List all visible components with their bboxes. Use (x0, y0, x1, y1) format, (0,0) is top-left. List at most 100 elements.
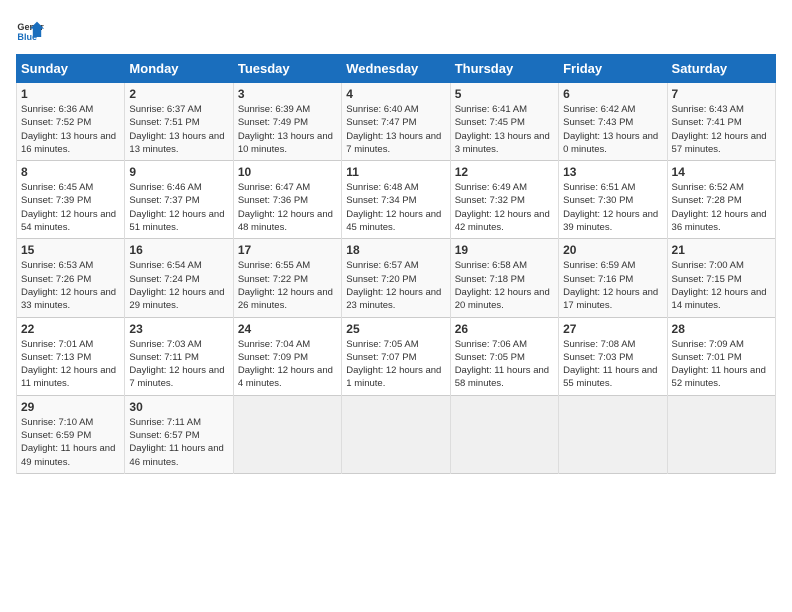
day-number: 29 (21, 400, 120, 414)
day-number: 12 (455, 165, 554, 179)
calendar-cell: 30 Sunrise: 7:11 AM Sunset: 6:57 PM Dayl… (125, 395, 233, 473)
column-header-sunday: Sunday (17, 55, 125, 83)
cell-content: Sunrise: 7:09 AM Sunset: 7:01 PM Dayligh… (672, 338, 771, 391)
sunset-text: Sunset: 7:32 PM (455, 194, 554, 207)
cell-content: Sunrise: 7:06 AM Sunset: 7:05 PM Dayligh… (455, 338, 554, 391)
calendar-cell: 5 Sunrise: 6:41 AM Sunset: 7:45 PM Dayli… (450, 83, 558, 161)
sunrise-text: Sunrise: 6:49 AM (455, 181, 554, 194)
daylight-text: Daylight: 12 hours and 48 minutes. (238, 208, 337, 235)
cell-content: Sunrise: 7:11 AM Sunset: 6:57 PM Dayligh… (129, 416, 228, 469)
column-header-tuesday: Tuesday (233, 55, 341, 83)
sunrise-text: Sunrise: 6:42 AM (563, 103, 662, 116)
calendar-cell: 10 Sunrise: 6:47 AM Sunset: 7:36 PM Dayl… (233, 161, 341, 239)
calendar-cell: 12 Sunrise: 6:49 AM Sunset: 7:32 PM Dayl… (450, 161, 558, 239)
day-number: 7 (672, 87, 771, 101)
sunrise-text: Sunrise: 6:37 AM (129, 103, 228, 116)
sunset-text: Sunset: 7:37 PM (129, 194, 228, 207)
day-number: 15 (21, 243, 120, 257)
daylight-text: Daylight: 12 hours and 57 minutes. (672, 130, 771, 157)
column-header-saturday: Saturday (667, 55, 775, 83)
sunset-text: Sunset: 7:52 PM (21, 116, 120, 129)
sunset-text: Sunset: 7:13 PM (21, 351, 120, 364)
cell-content: Sunrise: 6:57 AM Sunset: 7:20 PM Dayligh… (346, 259, 445, 312)
daylight-text: Daylight: 12 hours and 7 minutes. (129, 364, 228, 391)
calendar-cell: 8 Sunrise: 6:45 AM Sunset: 7:39 PM Dayli… (17, 161, 125, 239)
calendar-cell: 28 Sunrise: 7:09 AM Sunset: 7:01 PM Dayl… (667, 317, 775, 395)
calendar-cell: 4 Sunrise: 6:40 AM Sunset: 7:47 PM Dayli… (342, 83, 450, 161)
day-number: 17 (238, 243, 337, 257)
calendar-header-row: SundayMondayTuesdayWednesdayThursdayFrid… (17, 55, 776, 83)
sunrise-text: Sunrise: 6:47 AM (238, 181, 337, 194)
sunset-text: Sunset: 7:36 PM (238, 194, 337, 207)
daylight-text: Daylight: 12 hours and 29 minutes. (129, 286, 228, 313)
calendar-cell: 23 Sunrise: 7:03 AM Sunset: 7:11 PM Dayl… (125, 317, 233, 395)
calendar-cell: 25 Sunrise: 7:05 AM Sunset: 7:07 PM Dayl… (342, 317, 450, 395)
daylight-text: Daylight: 12 hours and 36 minutes. (672, 208, 771, 235)
day-number: 16 (129, 243, 228, 257)
daylight-text: Daylight: 11 hours and 55 minutes. (563, 364, 662, 391)
calendar-cell: 11 Sunrise: 6:48 AM Sunset: 7:34 PM Dayl… (342, 161, 450, 239)
day-number: 18 (346, 243, 445, 257)
daylight-text: Daylight: 13 hours and 16 minutes. (21, 130, 120, 157)
day-number: 5 (455, 87, 554, 101)
cell-content: Sunrise: 7:00 AM Sunset: 7:15 PM Dayligh… (672, 259, 771, 312)
day-number: 14 (672, 165, 771, 179)
cell-content: Sunrise: 6:36 AM Sunset: 7:52 PM Dayligh… (21, 103, 120, 156)
column-header-wednesday: Wednesday (342, 55, 450, 83)
cell-content: Sunrise: 6:54 AM Sunset: 7:24 PM Dayligh… (129, 259, 228, 312)
daylight-text: Daylight: 11 hours and 52 minutes. (672, 364, 771, 391)
sunset-text: Sunset: 7:11 PM (129, 351, 228, 364)
sunset-text: Sunset: 7:43 PM (563, 116, 662, 129)
calendar-week-row: 1 Sunrise: 6:36 AM Sunset: 7:52 PM Dayli… (17, 83, 776, 161)
cell-content: Sunrise: 6:51 AM Sunset: 7:30 PM Dayligh… (563, 181, 662, 234)
sunrise-text: Sunrise: 7:06 AM (455, 338, 554, 351)
day-number: 23 (129, 322, 228, 336)
calendar-cell: 2 Sunrise: 6:37 AM Sunset: 7:51 PM Dayli… (125, 83, 233, 161)
calendar-cell: 16 Sunrise: 6:54 AM Sunset: 7:24 PM Dayl… (125, 239, 233, 317)
daylight-text: Daylight: 12 hours and 20 minutes. (455, 286, 554, 313)
sunrise-text: Sunrise: 7:08 AM (563, 338, 662, 351)
sunrise-text: Sunrise: 6:54 AM (129, 259, 228, 272)
day-number: 6 (563, 87, 662, 101)
cell-content: Sunrise: 6:53 AM Sunset: 7:26 PM Dayligh… (21, 259, 120, 312)
calendar-cell (342, 395, 450, 473)
day-number: 11 (346, 165, 445, 179)
sunset-text: Sunset: 7:39 PM (21, 194, 120, 207)
daylight-text: Daylight: 12 hours and 42 minutes. (455, 208, 554, 235)
calendar-cell: 15 Sunrise: 6:53 AM Sunset: 7:26 PM Dayl… (17, 239, 125, 317)
sunset-text: Sunset: 7:26 PM (21, 273, 120, 286)
calendar-cell: 13 Sunrise: 6:51 AM Sunset: 7:30 PM Dayl… (559, 161, 667, 239)
day-number: 26 (455, 322, 554, 336)
cell-content: Sunrise: 6:52 AM Sunset: 7:28 PM Dayligh… (672, 181, 771, 234)
calendar-cell: 19 Sunrise: 6:58 AM Sunset: 7:18 PM Dayl… (450, 239, 558, 317)
day-number: 27 (563, 322, 662, 336)
daylight-text: Daylight: 12 hours and 26 minutes. (238, 286, 337, 313)
cell-content: Sunrise: 7:03 AM Sunset: 7:11 PM Dayligh… (129, 338, 228, 391)
calendar-cell: 14 Sunrise: 6:52 AM Sunset: 7:28 PM Dayl… (667, 161, 775, 239)
calendar-cell: 6 Sunrise: 6:42 AM Sunset: 7:43 PM Dayli… (559, 83, 667, 161)
day-number: 30 (129, 400, 228, 414)
cell-content: Sunrise: 6:41 AM Sunset: 7:45 PM Dayligh… (455, 103, 554, 156)
cell-content: Sunrise: 7:01 AM Sunset: 7:13 PM Dayligh… (21, 338, 120, 391)
sunset-text: Sunset: 7:22 PM (238, 273, 337, 286)
cell-content: Sunrise: 6:45 AM Sunset: 7:39 PM Dayligh… (21, 181, 120, 234)
day-number: 21 (672, 243, 771, 257)
day-number: 10 (238, 165, 337, 179)
calendar-cell (233, 395, 341, 473)
sunset-text: Sunset: 7:30 PM (563, 194, 662, 207)
sunrise-text: Sunrise: 6:51 AM (563, 181, 662, 194)
calendar-cell: 20 Sunrise: 6:59 AM Sunset: 7:16 PM Dayl… (559, 239, 667, 317)
cell-content: Sunrise: 6:37 AM Sunset: 7:51 PM Dayligh… (129, 103, 228, 156)
day-number: 13 (563, 165, 662, 179)
day-number: 19 (455, 243, 554, 257)
sunset-text: Sunset: 7:51 PM (129, 116, 228, 129)
calendar-cell: 3 Sunrise: 6:39 AM Sunset: 7:49 PM Dayli… (233, 83, 341, 161)
cell-content: Sunrise: 7:05 AM Sunset: 7:07 PM Dayligh… (346, 338, 445, 391)
sunset-text: Sunset: 6:59 PM (21, 429, 120, 442)
daylight-text: Daylight: 13 hours and 3 minutes. (455, 130, 554, 157)
page-header: General Blue (16, 16, 776, 44)
calendar-cell: 17 Sunrise: 6:55 AM Sunset: 7:22 PM Dayl… (233, 239, 341, 317)
daylight-text: Daylight: 12 hours and 51 minutes. (129, 208, 228, 235)
sunrise-text: Sunrise: 6:41 AM (455, 103, 554, 116)
logo-icon: General Blue (16, 16, 44, 44)
